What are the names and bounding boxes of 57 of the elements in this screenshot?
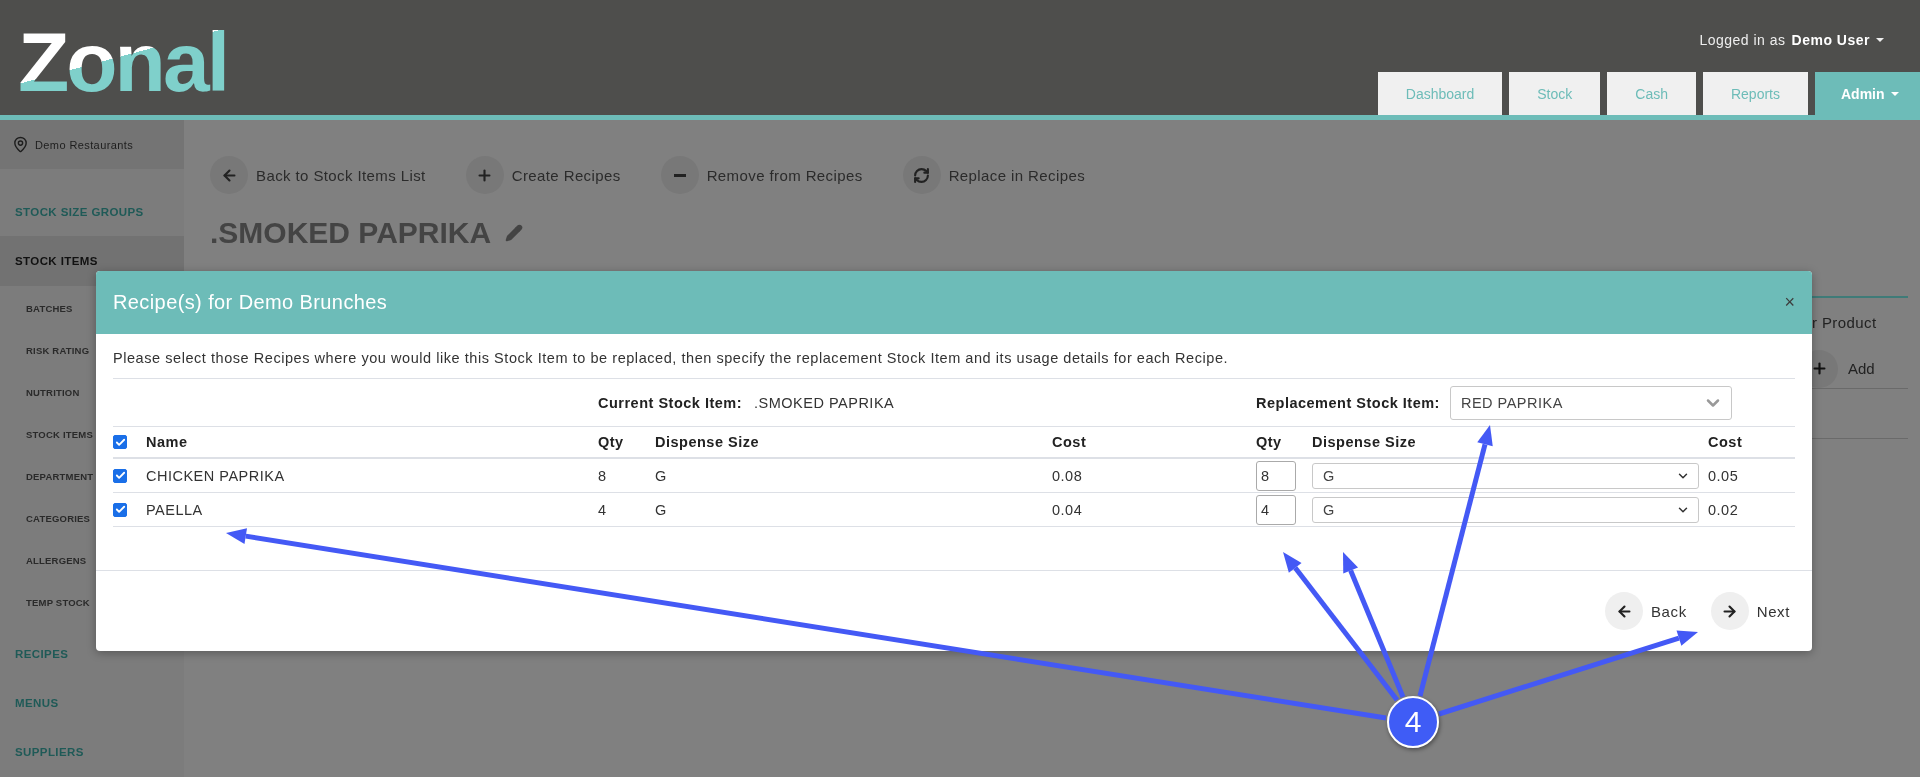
arrow-right-icon: [1721, 602, 1739, 620]
page-title: .SMOKED PAPRIKA: [210, 216, 492, 250]
tab-text: r Product: [1812, 314, 1878, 331]
sidebar-item[interactable]: MENUS: [0, 678, 184, 728]
sidebar-item[interactable]: STOCK SIZE GROUPS: [0, 187, 184, 237]
column-header: Name: [146, 434, 189, 450]
instructions-text: Please select those Recipes where you would like this Stock Item to be replaced, then specify the replacement Stock Item and its usage details for each Recipe.: [113, 350, 1795, 379]
sidebar-item[interactable]: SUPPLIERS: [0, 727, 184, 777]
cost-cell-text: 0.05: [1708, 467, 1740, 484]
qty-input[interactable]: 8: [1256, 460, 1296, 491]
action-link[interactable]: Replace in Recipes: [902, 156, 1086, 194]
refresh-icon: [913, 166, 931, 184]
dispense-size-cell-text: G: [655, 467, 668, 484]
cost-cell-text: 0.02: [1708, 501, 1740, 518]
checkbox[interactable]: [113, 435, 127, 449]
checkbox[interactable]: [113, 468, 127, 483]
qty-cell-text: 8: [598, 467, 608, 484]
cost-cell-text: 0.04: [1052, 501, 1084, 518]
nav-tab[interactable]: Cash: [1607, 72, 1696, 115]
next-button[interactable]: Next: [1710, 592, 1790, 630]
step-badge: 4: [1387, 696, 1439, 748]
current-item-value: .SMOKED PAPRIKA: [754, 394, 895, 411]
replacement-item-label: Replacement Stock Item:: [1256, 394, 1440, 411]
minus-icon: [673, 173, 686, 177]
replacement-item-select[interactable]: RED PAPRIKA: [1449, 385, 1732, 420]
nav-tab[interactable]: Reports: [1702, 72, 1808, 115]
recipe-name: PAELLA: [146, 501, 204, 518]
column-header: Dispense Size: [655, 434, 760, 450]
recipe-name: CHICKEN PAPRIKA: [146, 467, 286, 484]
user-menu[interactable]: Logged in as Demo User: [1699, 32, 1884, 48]
back-button[interactable]: Back: [1605, 592, 1687, 630]
column-header: Qty: [598, 434, 625, 450]
checkbox[interactable]: [113, 502, 127, 517]
plus-icon: [1810, 360, 1828, 377]
location-name[interactable]: Demo Restaurants: [35, 138, 134, 151]
column-header: Dispense Size: [1312, 434, 1417, 450]
close-button[interactable]: ×: [1784, 292, 1795, 313]
qty-input[interactable]: 4: [1256, 494, 1296, 525]
qty-cell-text: 4: [598, 501, 608, 518]
nav-tab[interactable]: Admin: [1815, 72, 1920, 115]
action-link[interactable]: Remove from Recipes: [660, 156, 863, 194]
dispense-size-select[interactable]: G: [1312, 496, 1699, 523]
dispense-size-select[interactable]: G: [1312, 462, 1699, 489]
column-header: Cost: [1052, 434, 1088, 450]
cost-cell-text: 0.08: [1052, 467, 1084, 484]
nav-tab[interactable]: Dashboard: [1377, 72, 1503, 115]
column-header: Qty: [1256, 434, 1283, 450]
dispense-size-cell-text: G: [655, 501, 668, 518]
plus-icon: [476, 166, 494, 184]
pencil-icon[interactable]: [505, 224, 524, 242]
dialog-title: Recipe(s) for Demo Brunches: [113, 291, 388, 314]
column-header: Cost: [1708, 434, 1744, 450]
current-item-label: Current Stock Item:: [598, 394, 743, 411]
nav-tab[interactable]: Stock: [1509, 72, 1601, 115]
action-link[interactable]: Create Recipes: [465, 156, 621, 194]
location-pin-icon: [12, 136, 29, 154]
action-link[interactable]: Back to Stock Items List: [210, 156, 426, 194]
